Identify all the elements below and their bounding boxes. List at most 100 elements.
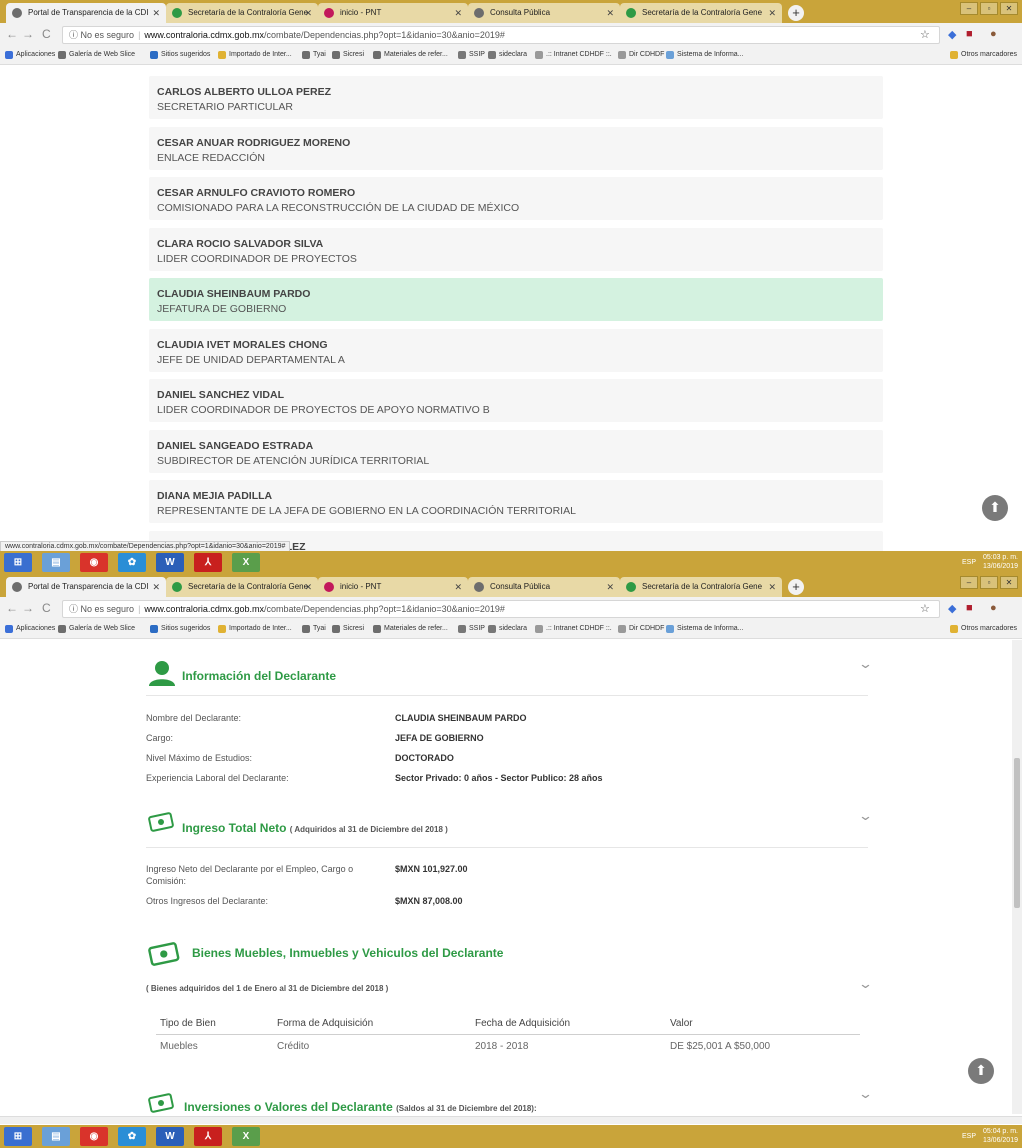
tab-portal-transparencia[interactable]: Portal de Transparencia de la CDI ✕ bbox=[6, 577, 166, 597]
tab-consulta-publica[interactable]: Consulta Pública ✕ bbox=[468, 3, 620, 23]
chevron-down-icon[interactable]: ⌄ bbox=[858, 1086, 873, 1102]
extension-icon[interactable]: ◆ bbox=[948, 28, 956, 41]
tab-pnt[interactable]: inicio - PNT ✕ bbox=[318, 3, 468, 23]
excel-like-icon[interactable]: X bbox=[232, 553, 260, 572]
chrome-icon[interactable]: ◉ bbox=[80, 1127, 108, 1146]
tab-contraloria-2[interactable]: Secretaría de la Contraloría Gene ✕ bbox=[620, 577, 782, 597]
close-icon[interactable]: ✕ bbox=[304, 577, 312, 597]
avatar[interactable]: ● bbox=[990, 28, 997, 40]
close-icon[interactable]: ✕ bbox=[768, 577, 776, 597]
bookmark-ssip[interactable]: SSIP bbox=[458, 625, 485, 633]
acrobat-icon[interactable]: ⅄ bbox=[194, 1127, 222, 1146]
list-item[interactable]: CESAR ANUAR RODRIGUEZ MORENO ENLACE REDAC… bbox=[149, 126, 883, 170]
bookmark-apps[interactable]: Aplicaciones bbox=[5, 51, 55, 59]
close-icon[interactable]: ✕ bbox=[454, 3, 462, 23]
bookmark-dir-cdhdf[interactable]: Dir CDHDF bbox=[618, 625, 664, 633]
excel-like-icon[interactable]: X bbox=[232, 1127, 260, 1146]
scrollbar-thumb[interactable] bbox=[1014, 758, 1020, 908]
bookmark-otros[interactable]: Otros marcadores bbox=[950, 51, 1017, 59]
app-icon[interactable]: ✿ bbox=[118, 553, 146, 572]
reload-icon[interactable]: C bbox=[42, 27, 51, 41]
pdf-extension-icon[interactable]: ■ bbox=[966, 602, 973, 614]
pdf-extension-icon[interactable]: ■ bbox=[966, 28, 973, 40]
bookmark-sistema[interactable]: Sistema de Informa... bbox=[666, 51, 744, 59]
reload-icon[interactable]: C bbox=[42, 601, 51, 615]
acrobat-icon[interactable]: ⅄ bbox=[194, 553, 222, 572]
star-icon[interactable]: ☆ bbox=[920, 602, 930, 615]
extension-icon[interactable]: ◆ bbox=[948, 602, 956, 615]
close-icon[interactable]: ✕ bbox=[606, 3, 614, 23]
star-icon[interactable]: ☆ bbox=[920, 28, 930, 41]
bookmark-materiales[interactable]: Materiales de refer... bbox=[373, 51, 448, 59]
scroll-top-button[interactable]: ⬆ bbox=[968, 1058, 994, 1084]
list-item[interactable]: DANIEL SANGEADO ESTRADA SUBDIRECTOR DE AT… bbox=[149, 429, 883, 473]
chrome-icon[interactable]: ◉ bbox=[80, 553, 108, 572]
clock[interactable]: 05:04 p. m. bbox=[983, 1127, 1018, 1136]
close-icon[interactable]: ✕ bbox=[768, 3, 776, 23]
close-icon[interactable]: ✕ bbox=[454, 577, 462, 597]
chevron-down-icon[interactable]: ⌄ bbox=[858, 976, 873, 992]
back-arrow-icon[interactable]: ← bbox=[6, 601, 18, 615]
list-item[interactable]: DIANA MEJIA PADILLA REPRESENTANTE DE LA J… bbox=[149, 480, 883, 523]
list-item[interactable]: DANIEL SANCHEZ VIDAL LIDER COORDINADOR DE… bbox=[149, 379, 883, 422]
start-icon[interactable]: ⊞ bbox=[4, 553, 32, 572]
bookmark-sideclara[interactable]: sideclara bbox=[488, 625, 527, 633]
bookmark-web-slice[interactable]: Galería de Web Slice bbox=[58, 51, 135, 59]
bookmark-sitios[interactable]: Sitios sugeridos bbox=[150, 51, 210, 59]
tab-portal-transparencia[interactable]: Portal de Transparencia de la CDI ✕ bbox=[6, 3, 166, 23]
word-icon[interactable]: W bbox=[156, 1127, 184, 1146]
list-item[interactable]: CARLOS ALBERTO ULLOA PEREZ SECRETARIO PAR… bbox=[149, 76, 883, 119]
close-icon[interactable]: ✕ bbox=[152, 577, 160, 597]
close-window-button[interactable]: ✕ bbox=[1000, 576, 1018, 589]
close-window-button[interactable]: ✕ bbox=[1000, 2, 1018, 15]
address-bar[interactable]: ⓘ No es seguro | www.contraloria.cdmx.gob.… bbox=[62, 600, 940, 618]
maximize-button[interactable]: ▫ bbox=[980, 576, 998, 589]
vertical-scrollbar[interactable] bbox=[1012, 640, 1022, 1114]
horizontal-scrollbar[interactable] bbox=[0, 1116, 1022, 1124]
file-explorer-icon[interactable]: ▤ bbox=[42, 553, 70, 572]
maximize-button[interactable]: ▫ bbox=[980, 2, 998, 15]
close-icon[interactable]: ✕ bbox=[606, 577, 614, 597]
clock[interactable]: 05:03 p. m. bbox=[983, 553, 1018, 562]
scroll-top-button[interactable]: ⬆ bbox=[982, 495, 1008, 521]
bookmark-sicresi[interactable]: Sicresi bbox=[332, 625, 364, 633]
tab-consulta-publica[interactable]: Consulta Pública ✕ bbox=[468, 577, 620, 597]
list-item-selected[interactable]: CLAUDIA SHEINBAUM PARDO JEFATURA DE GOBIE… bbox=[149, 278, 883, 321]
tab-contraloria-2[interactable]: Secretaría de la Contraloría Gene ✕ bbox=[620, 3, 782, 23]
bookmark-sistema[interactable]: Sistema de Informa... bbox=[666, 625, 744, 633]
close-icon[interactable]: ✕ bbox=[152, 3, 160, 23]
bookmark-otros[interactable]: Otros marcadores bbox=[950, 625, 1017, 633]
address-bar[interactable]: ⓘ No es seguro | www.contraloria.cdmx.gob.… bbox=[62, 26, 940, 44]
bookmark-dir-cdhdf[interactable]: Dir CDHDF bbox=[618, 51, 664, 59]
minimize-button[interactable]: – bbox=[960, 576, 978, 589]
tab-contraloria-1[interactable]: Secretaría de la Contraloría Gene ✕ bbox=[166, 577, 318, 597]
bookmark-intranet[interactable]: .:: Intranet CDHDF ::. bbox=[535, 51, 612, 59]
bookmark-sicresi[interactable]: Sicresi bbox=[332, 51, 364, 59]
bookmark-web-slice[interactable]: Galería de Web Slice bbox=[58, 625, 135, 633]
bookmark-ssip[interactable]: SSIP bbox=[458, 51, 485, 59]
file-explorer-icon[interactable]: ▤ bbox=[42, 1127, 70, 1146]
tab-pnt[interactable]: inicio - PNT ✕ bbox=[318, 577, 468, 597]
bookmark-tyai[interactable]: Tyai bbox=[302, 51, 326, 59]
start-icon[interactable]: ⊞ bbox=[4, 1127, 32, 1146]
back-arrow-icon[interactable]: ← bbox=[6, 27, 18, 41]
bookmark-intranet[interactable]: .:: Intranet CDHDF ::. bbox=[535, 625, 612, 633]
chevron-down-icon[interactable]: ⌄ bbox=[858, 656, 873, 672]
close-icon[interactable]: ✕ bbox=[304, 3, 312, 23]
forward-arrow-icon[interactable]: → bbox=[22, 27, 34, 41]
list-item[interactable]: CESAR ARNULFO CRAVIOTO ROMERO COMISIONADO… bbox=[149, 177, 883, 220]
bookmark-apps[interactable]: Aplicaciones bbox=[5, 625, 55, 633]
bookmark-tyai[interactable]: Tyai bbox=[302, 625, 326, 633]
bookmark-materiales[interactable]: Materiales de refer... bbox=[373, 625, 448, 633]
word-icon[interactable]: W bbox=[156, 553, 184, 572]
new-tab-button[interactable]: + bbox=[788, 5, 804, 21]
app-icon[interactable]: ✿ bbox=[118, 1127, 146, 1146]
bookmark-importado[interactable]: Importado de Inter... bbox=[218, 51, 292, 59]
new-tab-button[interactable]: + bbox=[788, 579, 804, 595]
forward-arrow-icon[interactable]: → bbox=[22, 601, 34, 615]
list-item[interactable]: CLAUDIA IVET MORALES CHONG JEFE DE UNIDAD… bbox=[149, 328, 883, 372]
bookmark-importado[interactable]: Importado de Inter... bbox=[218, 625, 292, 633]
tab-contraloria-1[interactable]: Secretaría de la Contraloría Gene ✕ bbox=[166, 3, 318, 23]
bookmark-sideclara[interactable]: sideclara bbox=[488, 51, 527, 59]
chevron-down-icon[interactable]: ⌄ bbox=[858, 808, 873, 824]
